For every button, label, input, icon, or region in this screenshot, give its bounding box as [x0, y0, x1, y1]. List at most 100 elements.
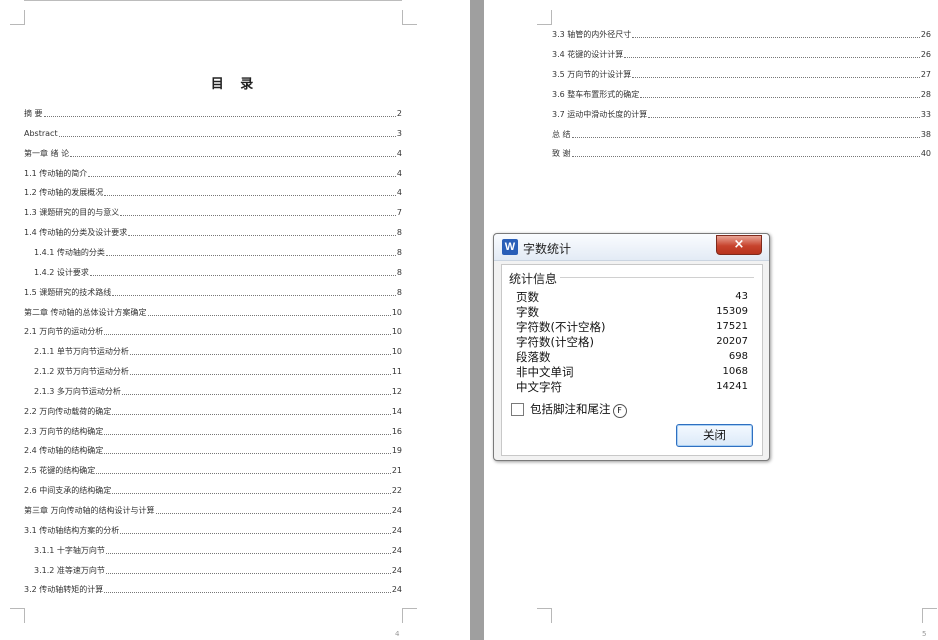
toc-entry: 3.5 万向节的计设计算 27 — [552, 66, 931, 80]
toc-entry-page: 33 — [920, 109, 931, 119]
toc-leader-dots — [88, 175, 396, 177]
stat-row-pages: 页数 43 — [516, 289, 748, 304]
toc-leader-dots — [104, 333, 391, 336]
toc-entry-title: 2.5 花键的结构确定 — [24, 466, 96, 476]
toc-entry-title: 总 结 — [552, 129, 571, 139]
page-number: 5 — [922, 630, 927, 638]
toc-entry: 第二章 传动轴的总体设计方案确定 10 — [24, 304, 402, 318]
toc-entry: 2.4 传动轴的结构确定 19 — [24, 442, 402, 456]
toc-entry-title: 1.1 传动轴的简介 — [24, 168, 88, 178]
stat-value: 698 — [728, 351, 748, 362]
toc-entry: 3.1.2 准等速万向节 24 — [34, 562, 402, 576]
toc-leader-dots — [624, 56, 920, 58]
toc-entry: 1.3 课题研究的目的与意义 7 — [24, 204, 402, 218]
toc-leader-dots — [129, 373, 391, 376]
toc-leader-dots — [89, 274, 396, 276]
toc-entry-page: 8 — [396, 287, 402, 297]
toc-leader-dots — [96, 472, 391, 475]
toc-entry: 1.4.1 传动轴的分类 8 — [34, 244, 402, 258]
toc-entry-page: 26 — [920, 49, 931, 59]
toc-leader-dots — [632, 36, 920, 38]
toc-entry-title: 2.1.3 多万向节运动分析 — [34, 386, 121, 396]
toc-entry-title: 3.2 传动轴转矩的计算 — [24, 585, 104, 595]
toc-entry-title: 2.1.1 单节万向节运动分析 — [34, 347, 129, 357]
toc-leader-dots — [112, 294, 396, 296]
toc-entry: 1.2 传动轴的发展概况 4 — [24, 184, 402, 198]
toc-entry-page: 27 — [920, 69, 931, 79]
toc-entry-page: 8 — [396, 228, 402, 238]
toc-entry-page: 10 — [391, 327, 402, 337]
toc-entry: 2.1.2 双节万向节运动分析 11 — [34, 363, 402, 377]
stat-value: 17521 — [716, 321, 748, 332]
toc-leader-dots — [70, 155, 396, 157]
page-corner-mark — [402, 608, 417, 623]
toc-entry-page: 4 — [396, 188, 402, 198]
toc-entry-page: 24 — [391, 585, 402, 595]
toc-entry-title: 2.3 万向节的结构确定 — [24, 426, 104, 436]
stat-label: 非中文单词 — [516, 365, 574, 379]
toc-leader-dots — [104, 194, 396, 197]
stat-label: 字符数(不计空格) — [516, 320, 606, 334]
toc-entry: 2.1.3 多万向节运动分析 12 — [34, 383, 402, 397]
toc-entry: 摘 要 2 — [24, 105, 402, 119]
toc-entry: 2.2 万向传动载荷的确定 14 — [24, 403, 402, 417]
toc-leader-dots — [128, 234, 396, 237]
toc-entry-page: 22 — [391, 486, 402, 496]
toc-entry: 第三章 万向传动轴的结构设计与计算 24 — [24, 502, 402, 516]
toc-entry-page: 38 — [920, 129, 931, 139]
toc-entry-title: 1.4.1 传动轴的分类 — [34, 247, 105, 257]
toc-entry-title: 1.3 课题研究的目的与意义 — [24, 208, 120, 218]
toc-entry-page: 10 — [391, 307, 402, 317]
toc-entry: 1.4 传动轴的分类及设计要求 8 — [24, 224, 402, 238]
toc-leader-dots — [105, 254, 396, 256]
stat-label: 段落数 — [516, 350, 551, 364]
toc-leader-dots — [104, 591, 391, 594]
stat-value: 20207 — [716, 336, 748, 347]
toc-entry: 3.2 传动轴转矩的计算 24 — [24, 581, 402, 595]
toc-entry-title: 第二章 传动轴的总体设计方案确定 — [24, 307, 147, 317]
toc-entry-page: 26 — [920, 30, 931, 39]
toc-entry-title: 3.5 万向节的计设计算 — [552, 69, 632, 79]
dialog-titlebar[interactable]: W 字数统计 × — [494, 234, 769, 261]
toc-entry: 第一章 绪 论 4 — [24, 145, 402, 159]
statistics-group-label: 统计信息 — [509, 270, 561, 287]
stat-label: 页数 — [516, 290, 539, 304]
toc-entry: 3.1.1 十字轴万向节 24 — [34, 542, 402, 556]
toc-entry-page: 4 — [396, 168, 402, 178]
toc-entry: 3.3 轴管的内外径尺寸 26 — [552, 26, 931, 40]
toc-entry-page: 2 — [396, 109, 402, 118]
include-footnotes-label[interactable]: 包括脚注和尾注 F — [530, 401, 627, 418]
include-footnotes-text: 包括脚注和尾注 — [530, 402, 611, 416]
toc-entry: 3.7 运动中滑动长度的计算 33 — [552, 106, 931, 120]
toc-leader-dots — [640, 96, 920, 98]
include-footnotes-checkbox[interactable] — [511, 403, 524, 416]
toc-entry: 总 结 38 — [552, 126, 931, 140]
toc-entry-page: 3 — [396, 128, 402, 138]
toc-entry-page: 24 — [391, 545, 402, 555]
toc-entry-page: 8 — [396, 267, 402, 277]
stat-row-words: 字数 15309 — [516, 304, 748, 319]
toc-leader-dots — [147, 314, 391, 316]
toc-entry-page: 21 — [391, 466, 402, 476]
toc-entry-title: 3.4 花键的设计计算 — [552, 49, 624, 59]
toc-entry-title: 致 谢 — [552, 149, 571, 159]
toc-entry-title: 2.6 中间支承的结构确定 — [24, 486, 112, 496]
toc-leader-dots — [129, 353, 391, 356]
toc-entry-page: 28 — [920, 89, 931, 99]
toc-entry-title: 1.5 课题研究的技术路线 — [24, 287, 112, 297]
toc-entry: 2.5 花键的结构确定 21 — [24, 462, 402, 476]
toc-entry: 致 谢 40 — [552, 145, 931, 159]
page-corner-mark — [10, 608, 25, 623]
statistics-panel: 统计信息 页数 43 字数 15309 字符数(不计空格) 17521 字符数(… — [501, 264, 763, 456]
close-icon[interactable]: × — [716, 235, 762, 255]
toc-entry: Abstract 3 — [24, 125, 402, 139]
stat-row-chars-no-spaces: 字符数(不计空格) 17521 — [516, 319, 748, 334]
stat-value: 15309 — [716, 306, 748, 317]
close-button[interactable]: 关闭 — [676, 424, 753, 447]
toc-entry-title: 1.4.2 设计要求 — [34, 267, 89, 277]
document-page-left: 目 录 摘 要 2 Abstract 3 第一章 绪 论 4 1.1 传动轴的简介 4 1.2 … — [0, 0, 470, 640]
toc-entry-page: 19 — [391, 446, 402, 456]
toc-leader-dots — [571, 155, 920, 158]
toc-entry-page: 7 — [396, 208, 402, 218]
toc-entry: 3.1 传动轴结构方案的分析 24 — [24, 522, 402, 536]
